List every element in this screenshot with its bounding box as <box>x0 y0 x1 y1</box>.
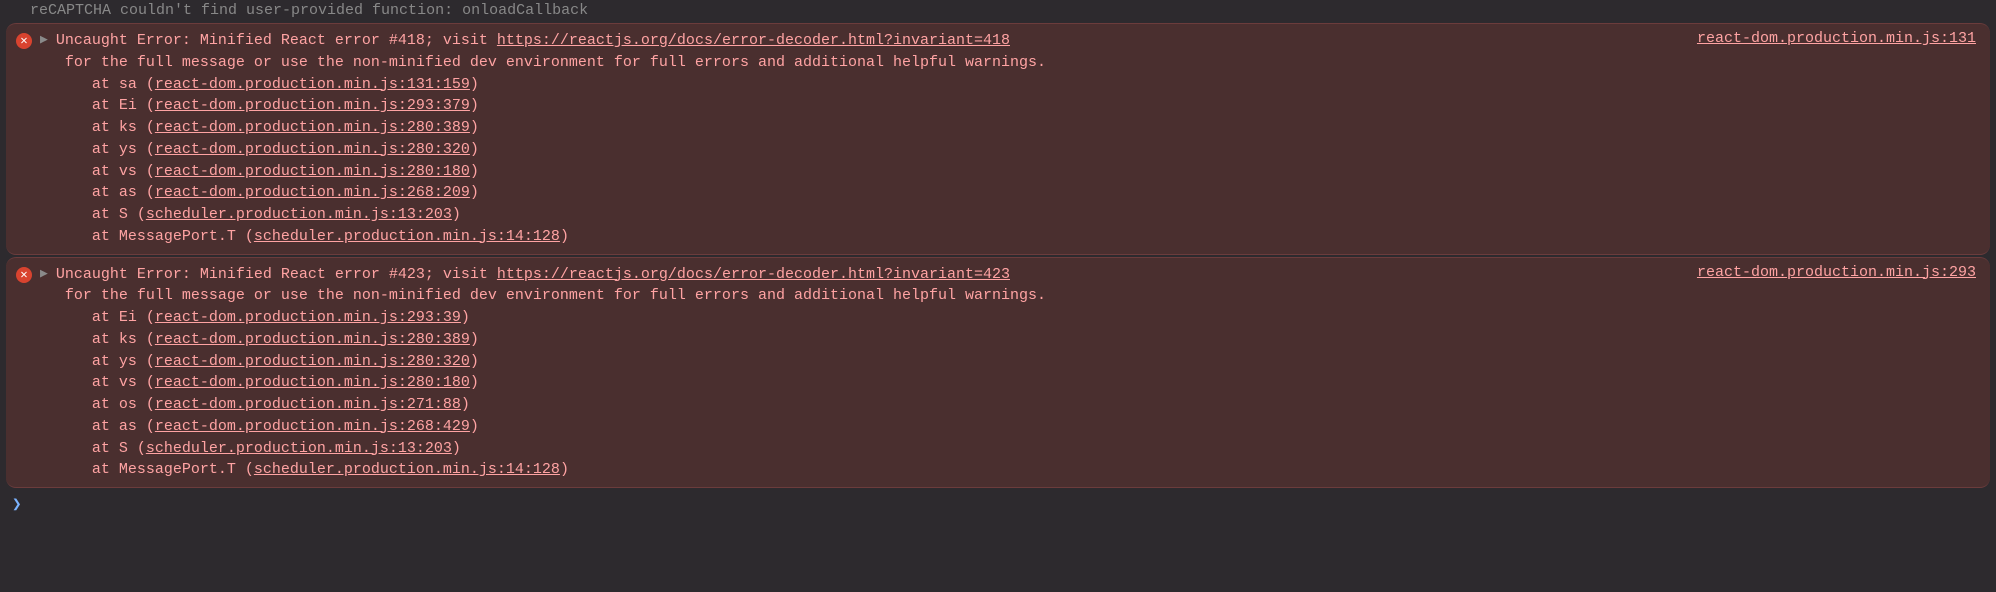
stack-frame: at vs (react-dom.production.min.js:280:1… <box>56 372 1659 394</box>
stack-frame: at MessagePort.T (scheduler.production.m… <box>56 459 1659 481</box>
error-message-body: Uncaught Error: Minified React error #42… <box>56 264 1659 482</box>
stack-trace: at Ei (react-dom.production.min.js:293:3… <box>56 307 1659 481</box>
error-decoder-link[interactable]: https://reactjs.org/docs/error-decoder.h… <box>497 266 1010 283</box>
console-warning-line: reCAPTCHA couldn't find user-provided fu… <box>0 0 1996 21</box>
expand-arrow-icon[interactable]: ▶ <box>40 266 48 281</box>
warning-text: reCAPTCHA couldn't find user-provided fu… <box>30 2 588 19</box>
console-error-entry: ✕ ▶ Uncaught Error: Minified React error #… <box>6 257 1990 489</box>
error-decoder-link[interactable]: https://reactjs.org/docs/error-decoder.h… <box>497 32 1010 49</box>
error-message-text: Uncaught Error: Minified React error #42… <box>56 266 1010 283</box>
stack-frame: at os (react-dom.production.min.js:271:8… <box>56 394 1659 416</box>
stack-frame: at ys (react-dom.production.min.js:280:3… <box>56 139 1659 161</box>
stack-frame-link[interactable]: react-dom.production.min.js:280:389 <box>155 331 470 348</box>
stack-frame-link[interactable]: react-dom.production.min.js:280:389 <box>155 119 470 136</box>
stack-frame: at sa (react-dom.production.min.js:131:1… <box>56 74 1659 96</box>
stack-frame-link[interactable]: react-dom.production.min.js:280:320 <box>155 353 470 370</box>
stack-frame-link[interactable]: scheduler.production.min.js:14:128 <box>254 228 560 245</box>
error-prefix-text: Uncaught Error: Minified React error #42… <box>56 266 497 283</box>
stack-frame: at MessagePort.T (scheduler.production.m… <box>56 226 1659 248</box>
stack-frame: at S (scheduler.production.min.js:13:203… <box>56 438 1659 460</box>
stack-frame-link[interactable]: react-dom.production.min.js:271:88 <box>155 396 461 413</box>
error-suffix-text: for the full message or use the non-mini… <box>56 54 1046 71</box>
stack-frame-link[interactable]: react-dom.production.min.js:280:320 <box>155 141 470 158</box>
error-prefix-text: Uncaught Error: Minified React error #41… <box>56 32 497 49</box>
stack-frame: at ks (react-dom.production.min.js:280:3… <box>56 329 1659 351</box>
stack-frame: at ys (react-dom.production.min.js:280:3… <box>56 351 1659 373</box>
stack-frame-link[interactable]: react-dom.production.min.js:293:39 <box>155 309 461 326</box>
error-message-body: Uncaught Error: Minified React error #41… <box>56 30 1659 248</box>
stack-frame-link[interactable]: scheduler.production.min.js:13:203 <box>146 440 452 457</box>
stack-frame: at as (react-dom.production.min.js:268:4… <box>56 416 1659 438</box>
stack-frame-link[interactable]: react-dom.production.min.js:280:180 <box>155 163 470 180</box>
stack-frame: at S (scheduler.production.min.js:13:203… <box>56 204 1659 226</box>
stack-trace: at sa (react-dom.production.min.js:131:1… <box>56 74 1659 248</box>
error-source-link[interactable]: react-dom.production.min.js:131 <box>1667 30 1976 47</box>
stack-frame-link[interactable]: scheduler.production.min.js:14:128 <box>254 461 560 478</box>
expand-arrow-icon[interactable]: ▶ <box>40 32 48 47</box>
error-source-link[interactable]: react-dom.production.min.js:293 <box>1667 264 1976 281</box>
console-prompt[interactable]: ❯ <box>0 490 1996 518</box>
stack-frame-link[interactable]: react-dom.production.min.js:268:429 <box>155 418 470 435</box>
stack-frame-link[interactable]: react-dom.production.min.js:268:209 <box>155 184 470 201</box>
stack-frame-link[interactable]: react-dom.production.min.js:293:379 <box>155 97 470 114</box>
error-icon: ✕ <box>16 267 32 283</box>
stack-frame: at vs (react-dom.production.min.js:280:1… <box>56 161 1659 183</box>
stack-frame: at as (react-dom.production.min.js:268:2… <box>56 182 1659 204</box>
stack-frame: at Ei (react-dom.production.min.js:293:3… <box>56 307 1659 329</box>
error-message-text: Uncaught Error: Minified React error #41… <box>56 32 1010 49</box>
stack-frame: at ks (react-dom.production.min.js:280:3… <box>56 117 1659 139</box>
error-suffix-text: for the full message or use the non-mini… <box>56 287 1046 304</box>
stack-frame-link[interactable]: scheduler.production.min.js:13:203 <box>146 206 452 223</box>
stack-frame: at Ei (react-dom.production.min.js:293:3… <box>56 95 1659 117</box>
stack-frame-link[interactable]: react-dom.production.min.js:131:159 <box>155 76 470 93</box>
stack-frame-link[interactable]: react-dom.production.min.js:280:180 <box>155 374 470 391</box>
prompt-caret: ❯ <box>12 496 22 514</box>
error-icon: ✕ <box>16 33 32 49</box>
console-error-entry: ✕ ▶ Uncaught Error: Minified React error #… <box>6 23 1990 255</box>
